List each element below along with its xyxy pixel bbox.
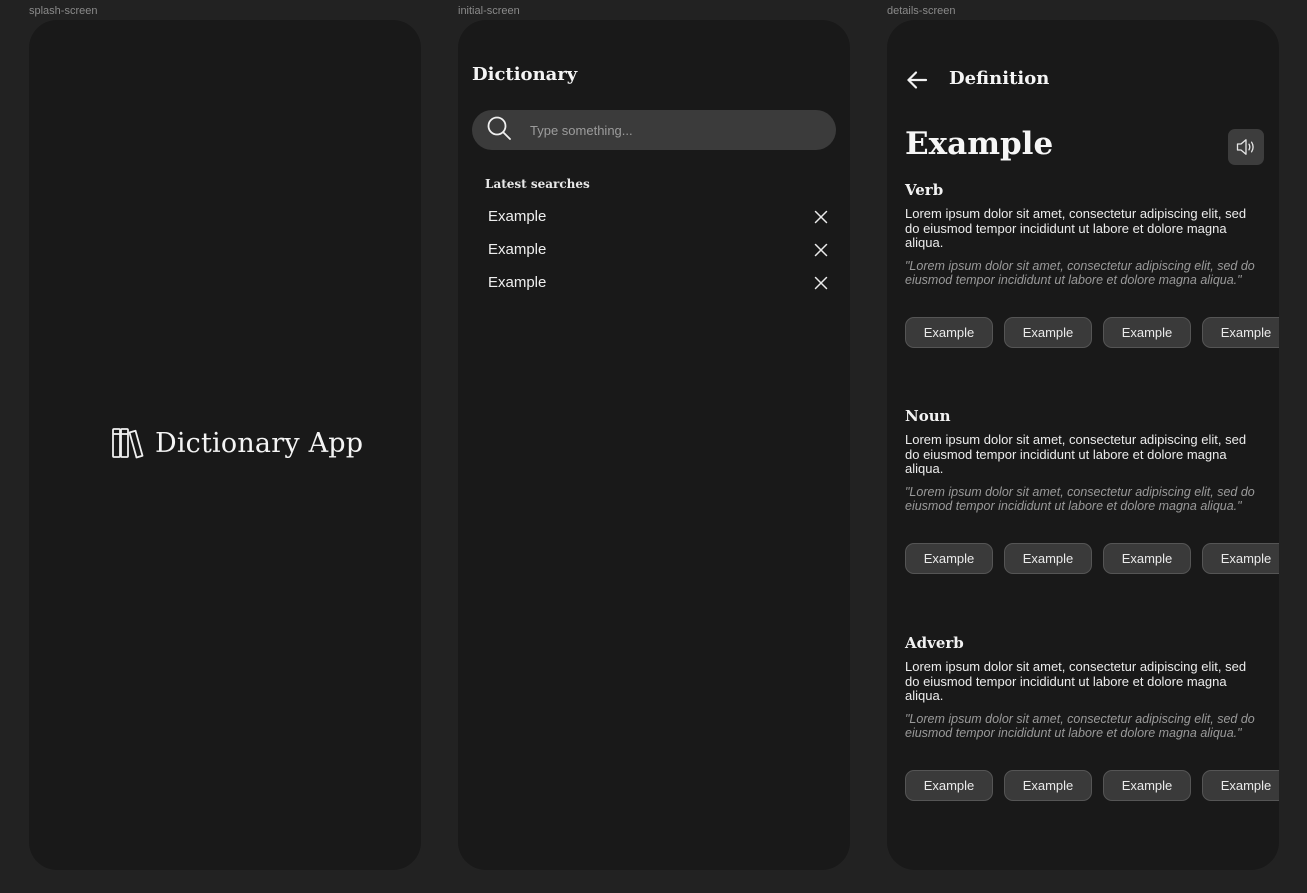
- related-word-chip[interactable]: Example: [905, 542, 993, 574]
- definition-text: Lorem ipsum dolor sit amet, consectetur …: [905, 659, 1247, 704]
- related-word-chip[interactable]: Example: [1103, 316, 1191, 348]
- recent-search-item[interactable]: Example: [488, 200, 828, 233]
- close-icon[interactable]: [814, 210, 828, 224]
- recent-search-label: Example: [488, 274, 547, 291]
- example-sentence: "Lorem ipsum dolor sit amet, consectetur…: [905, 484, 1255, 514]
- splash-app-title: Dictionary App: [155, 427, 364, 459]
- splash-brand: Dictionary App: [111, 426, 363, 460]
- recent-search-label: Example: [488, 241, 547, 258]
- speaker-icon: [1236, 139, 1254, 155]
- page-title: Dictionary: [472, 64, 578, 85]
- related-words: Example Example Example Example: [905, 769, 1279, 801]
- part-of-speech: Verb: [905, 181, 944, 199]
- back-arrow-icon[interactable]: [905, 68, 929, 92]
- recent-search-item[interactable]: Example: [488, 266, 828, 299]
- frame-label-details: details-screen: [887, 5, 956, 17]
- related-word-chip[interactable]: Example: [905, 769, 993, 801]
- related-word-chip[interactable]: Example: [1202, 769, 1279, 801]
- details-screen: Definition Example Verb Lorem ipsum dolo…: [887, 20, 1279, 870]
- related-words: Example Example Example Example: [905, 542, 1279, 574]
- recent-searches-list: Example Example Example: [488, 200, 828, 299]
- related-word-chip[interactable]: Example: [1103, 542, 1191, 574]
- part-of-speech: Adverb: [905, 634, 964, 652]
- definition-text: Lorem ipsum dolor sit amet, consectetur …: [905, 432, 1247, 477]
- definition-section-noun: Noun Lorem ipsum dolor sit amet, consect…: [905, 407, 1279, 574]
- example-sentence: "Lorem ipsum dolor sit amet, consectetur…: [905, 711, 1255, 741]
- recent-search-item[interactable]: Example: [488, 233, 828, 266]
- latest-searches-heading: Latest searches: [485, 177, 590, 191]
- splash-screen: Dictionary App: [29, 20, 421, 870]
- related-word-chip[interactable]: Example: [905, 316, 993, 348]
- initial-screen: Dictionary Latest searches Example Examp…: [458, 20, 850, 870]
- search-bar[interactable]: [472, 110, 836, 150]
- part-of-speech: Noun: [905, 407, 951, 425]
- close-icon[interactable]: [814, 243, 828, 257]
- example-sentence: "Lorem ipsum dolor sit amet, consectetur…: [905, 258, 1255, 288]
- word-title: Example: [905, 126, 1054, 162]
- books-icon: [111, 426, 145, 460]
- related-word-chip[interactable]: Example: [1004, 316, 1092, 348]
- definition-section-adverb: Adverb Lorem ipsum dolor sit amet, conse…: [905, 634, 1279, 801]
- related-word-chip[interactable]: Example: [1004, 542, 1092, 574]
- details-header-title: Definition: [949, 68, 1050, 89]
- close-icon[interactable]: [814, 276, 828, 290]
- related-word-chip[interactable]: Example: [1004, 769, 1092, 801]
- search-input[interactable]: [528, 121, 812, 139]
- related-word-chip[interactable]: Example: [1103, 769, 1191, 801]
- related-word-chip[interactable]: Example: [1202, 542, 1279, 574]
- frame-label-splash: splash-screen: [29, 5, 98, 17]
- definition-section-verb: Verb Lorem ipsum dolor sit amet, consect…: [905, 181, 1279, 348]
- related-words: Example Example Example Example: [905, 316, 1279, 348]
- search-icon: [472, 115, 512, 146]
- recent-search-label: Example: [488, 208, 547, 225]
- frame-label-initial: initial-screen: [458, 5, 520, 17]
- audio-button[interactable]: [1228, 129, 1264, 165]
- related-word-chip[interactable]: Example: [1202, 316, 1279, 348]
- definition-text: Lorem ipsum dolor sit amet, consectetur …: [905, 206, 1247, 251]
